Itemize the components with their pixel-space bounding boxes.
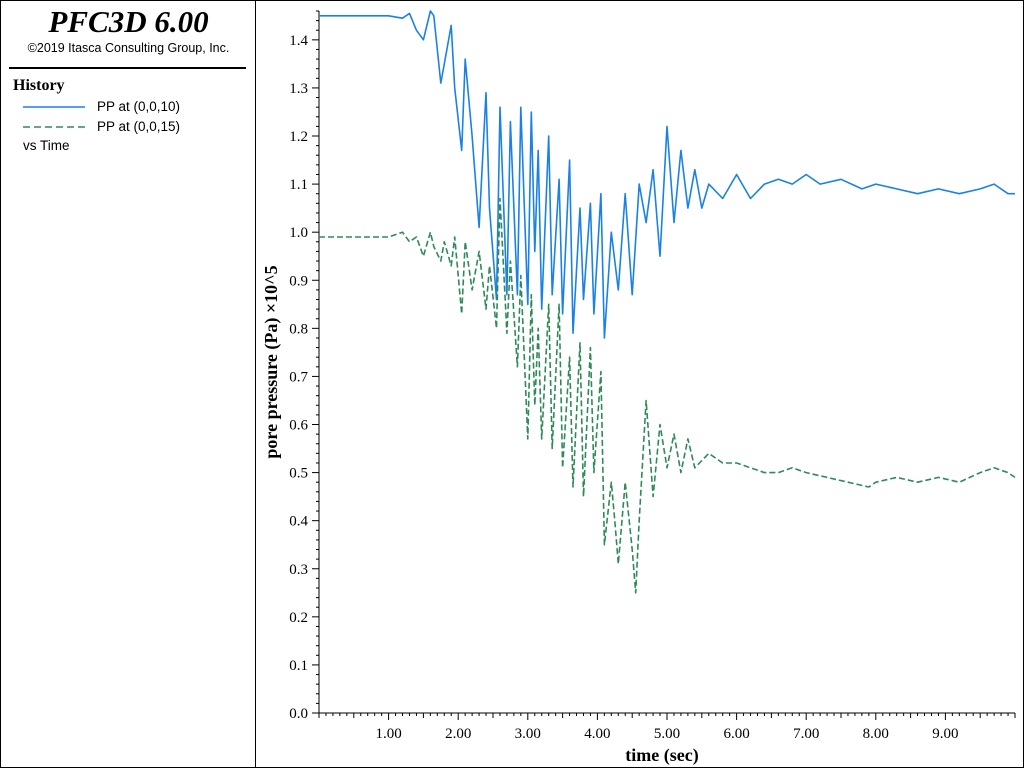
x-tick-label: 9.00 [932,726,958,742]
x-axis-ticks: 1.00 2.00 3.00 4.00 5.00 6.00 7.00 8.00 9.00 [318,713,1016,742]
x-tick-label: 2.00 [445,726,471,742]
y-tick-label: 0.7 [289,369,308,385]
x-axis-title: time (sec) [625,745,698,766]
x-tick-label: 4.00 [584,726,610,742]
y-tick-label: 1.3 [289,81,308,97]
x-tick-label: 6.00 [723,726,749,742]
y-tick-label: 1.1 [289,177,308,193]
x-tick-label: 7.00 [793,726,819,742]
x-tick-label: 3.00 [515,726,541,742]
series-line-2 [319,197,1016,594]
y-tick-label: 1.4 [289,33,308,49]
series-line-1 [319,10,1015,339]
y-tick-label: 0.4 [289,514,308,530]
y-tick-label: 0.2 [289,610,308,626]
y-tick-label: 0.5 [289,466,308,482]
y-axis-title: pore pressure (Pa) ×10^5 [261,265,282,458]
x-tick-label: 8.00 [863,726,889,742]
y-tick-label: 0.9 [289,273,308,289]
x-tick-label: 5.00 [654,726,680,742]
y-tick-label: 0.3 [289,562,308,578]
y-tick-label: 0.8 [289,321,308,337]
y-tick-label: 0.1 [289,658,308,674]
x-tick-label: 1.00 [375,726,401,742]
y-tick-label: 0.6 [289,418,308,434]
series-lines [319,10,1016,594]
axes [318,11,1015,714]
y-tick-label: 1.2 [289,129,308,145]
y-tick-label: 1.0 [289,225,308,241]
y-axis-ticks: 0.0 0.1 0.2 0.3 0.4 0.5 0.6 0.7 0.8 0.9 1.0 1.1 1.2 1… [289,10,319,722]
history-plot: 0.0 0.1 0.2 0.3 0.4 0.5 0.6 0.7 0.8 0.9 1.0 1.1 1.2 1… [261,10,1016,766]
plot-window: PFC3D 6.00 ©2019 Itasca Consulting Group… [0,0,1024,768]
y-tick-label: 0.0 [289,706,308,722]
